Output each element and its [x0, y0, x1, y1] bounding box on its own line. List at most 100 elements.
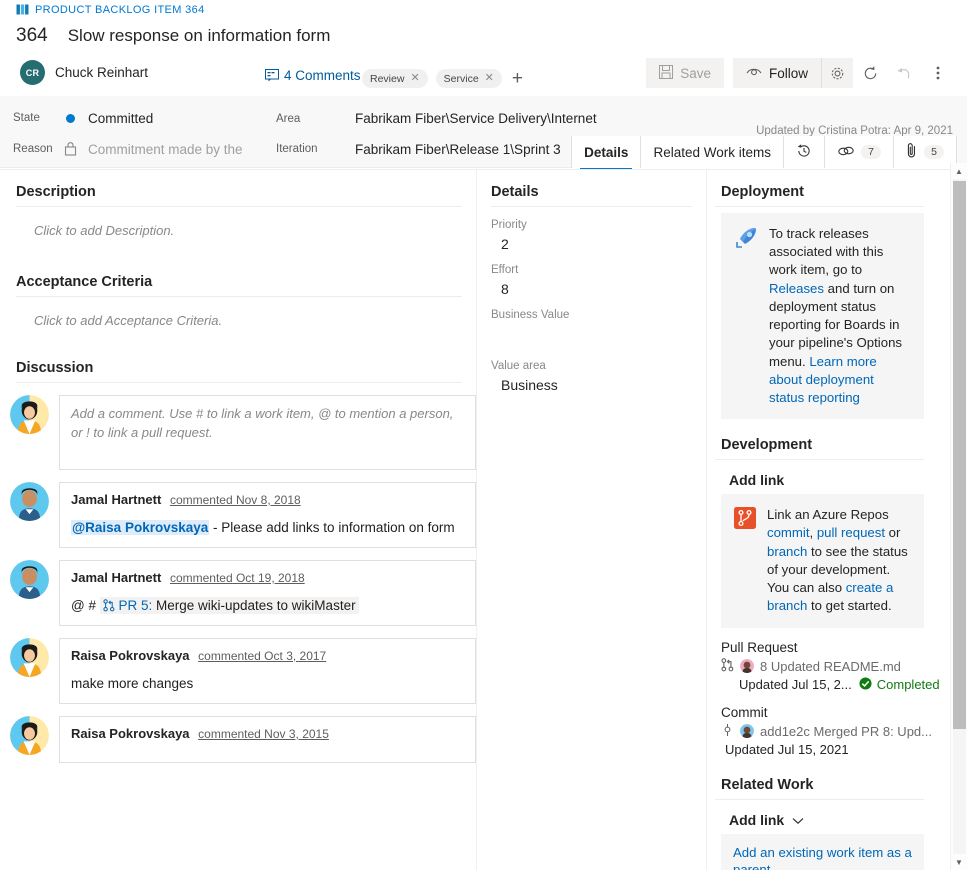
state-value[interactable]: Committed [88, 111, 153, 126]
commit-link[interactable]: commit [767, 525, 810, 540]
comment-row: Raisa Pokrovskaya commented Oct 3, 2017 … [0, 637, 476, 704]
close-icon[interactable]: ✕ [410, 73, 419, 84]
pull-request-link[interactable]: PR 5: [118, 598, 152, 613]
description-placeholder[interactable]: Click to add Description. [16, 213, 462, 238]
save-button[interactable]: Save [646, 58, 724, 88]
comment-author: Jamal Hartnett [71, 492, 162, 507]
gear-icon[interactable] [821, 58, 853, 88]
vertical-scrollbar[interactable]: ▲ ▼ [950, 163, 967, 870]
comment-row: Jamal Hartnett commented Nov 8, 2018 @Ra… [0, 482, 476, 548]
comments-link[interactable]: 4 Comments [265, 68, 361, 83]
field-value[interactable]: Business [491, 377, 692, 393]
comment-header: Raisa Pokrovskaya commented Oct 3, 2017 [71, 648, 464, 663]
work-item-header: PRODUCT BACKLOG ITEM 364 364 Slow respon… [0, 0, 967, 96]
deployment-info-card: To track releases associated with this w… [721, 213, 924, 420]
pull-request-title[interactable]: 8 Updated README.md [760, 659, 901, 674]
tab-related-work-items[interactable]: Related Work items [641, 136, 784, 168]
add-parent-link[interactable]: Add an existing work item as a parent [733, 845, 912, 870]
scroll-up-icon[interactable]: ▲ [951, 163, 967, 179]
divider [715, 206, 924, 207]
branch-link[interactable]: branch [767, 544, 807, 559]
comment-body: @Raisa Pokrovskaya - Please add links to… [71, 519, 464, 538]
state-label: State [13, 112, 40, 124]
tab-details[interactable]: Details [571, 136, 642, 170]
add-tag-button[interactable]: + [512, 69, 523, 88]
assigned-to[interactable]: CR Chuck Reinhart [20, 60, 148, 85]
chevron-down-icon [792, 812, 804, 828]
tag-label: Review [370, 72, 405, 85]
tag-label: Service [443, 72, 479, 85]
pull-request-reference[interactable]: PR 5: Merge wiki-updates to wikiMaster [99, 596, 359, 614]
commit-title[interactable]: add1e2c Merged PR 8: Upd... [760, 724, 932, 739]
releases-link[interactable]: Releases [769, 281, 824, 296]
title-row: 364 Slow response on information form [16, 25, 330, 47]
new-comment-row: Add a comment. Use # to link a work item… [0, 395, 476, 470]
breadcrumb[interactable]: PRODUCT BACKLOG ITEM 364 [16, 3, 205, 16]
tab-details-label: Details [584, 144, 629, 160]
acceptance-criteria-placeholder[interactable]: Click to add Acceptance Criteria. [16, 303, 462, 328]
field-value[interactable]: 2 [491, 236, 692, 252]
lock-icon [64, 141, 77, 159]
close-icon[interactable]: ✕ [485, 73, 494, 84]
text-part: Link an Azure Repos [767, 507, 889, 523]
tab-bar: Details Related Work items 7 5 [571, 136, 957, 170]
tab-history[interactable] [784, 136, 825, 168]
revert-icon[interactable] [887, 58, 921, 88]
development-add-link-button[interactable]: Add link [729, 472, 924, 488]
text-part: or [885, 525, 901, 541]
right-column: Deployment To track releases associated … [706, 170, 940, 870]
related-work-title: Related Work [721, 776, 814, 793]
comment-timestamp[interactable]: commented Nov 8, 2018 [170, 493, 301, 507]
divider [715, 459, 924, 461]
state-color-dot [66, 114, 75, 123]
development-info-card: Link an Azure Repos commit, pull request… [721, 494, 924, 628]
description-title: Description [16, 184, 96, 200]
tag-chip[interactable]: Review ✕ [362, 69, 428, 88]
comment-box: Jamal Hartnett commented Oct 19, 2018 @ … [59, 559, 476, 626]
comment-box: Raisa Pokrovskaya commented Nov 3, 2015 [59, 715, 476, 763]
work-item-id: 364 [16, 25, 48, 46]
pull-request-link[interactable]: pull request [817, 525, 885, 540]
tab-attachments[interactable]: 5 [894, 136, 957, 168]
comment-body: make more changes [71, 675, 194, 691]
field-effort: Effort 8 [491, 264, 692, 297]
related-work-card[interactable]: Add an existing work item as a parent [721, 833, 924, 870]
pull-request-link-row[interactable]: 8 Updated README.md [721, 657, 924, 675]
mention-link[interactable]: @Raisa Pokrovskaya [71, 520, 210, 535]
new-comment-placeholder: Add a comment. Use # to link a work item… [71, 406, 454, 440]
text-part: To track releases associated with this w… [769, 226, 884, 278]
tag-chip[interactable]: Service ✕ [435, 69, 502, 88]
area-value[interactable]: Fabrikam Fiber\Service Delivery\Internet [355, 111, 597, 126]
new-comment-input[interactable]: Add a comment. Use # to link a work item… [59, 395, 476, 470]
links-count: 7 [861, 145, 881, 159]
scroll-down-icon[interactable]: ▼ [951, 854, 967, 870]
field-business-value: Business Value [491, 309, 692, 344]
follow-button[interactable]: Follow [732, 58, 821, 88]
pull-request-updated: Updated Jul 15, 2... [739, 677, 852, 692]
comment-prefix: @ # [71, 597, 100, 613]
related-work-add-link-button[interactable]: Add link [729, 812, 924, 828]
comment-header: Raisa Pokrovskaya commented Nov 3, 2015 [71, 726, 464, 741]
deployment-info-text: To track releases associated with this w… [769, 225, 912, 407]
field-value[interactable] [491, 326, 692, 344]
work-item-title[interactable]: Slow response on information form [68, 26, 331, 46]
comment-row: Jamal Hartnett commented Oct 19, 2018 @ … [0, 559, 476, 626]
refresh-icon[interactable] [853, 58, 887, 88]
iteration-label: Iteration [276, 143, 318, 155]
more-actions-button[interactable] [921, 58, 955, 88]
scrollbar-thumb[interactable] [953, 181, 966, 729]
tab-links[interactable]: 7 [825, 136, 894, 168]
avatar: CR [20, 60, 45, 85]
save-label: Save [680, 65, 711, 81]
comment-text: - Please add links to information on for… [209, 520, 455, 535]
iteration-value[interactable]: Fabrikam Fiber\Release 1\Sprint 3 [355, 142, 561, 157]
field-value[interactable]: 8 [491, 281, 692, 297]
discussion-title: Discussion [16, 360, 94, 376]
comment-timestamp[interactable]: commented Oct 3, 2017 [198, 649, 326, 663]
comment-text: Merge wiki-updates to wikiMaster [152, 597, 356, 613]
follow-label: Follow [768, 65, 808, 81]
comment-timestamp[interactable]: commented Oct 19, 2018 [170, 571, 305, 585]
comment-author: Raisa Pokrovskaya [71, 647, 190, 663]
commit-link-row[interactable]: add1e2c Merged PR 8: Upd... [721, 723, 932, 740]
comment-timestamp[interactable]: commented Nov 3, 2015 [198, 727, 329, 741]
